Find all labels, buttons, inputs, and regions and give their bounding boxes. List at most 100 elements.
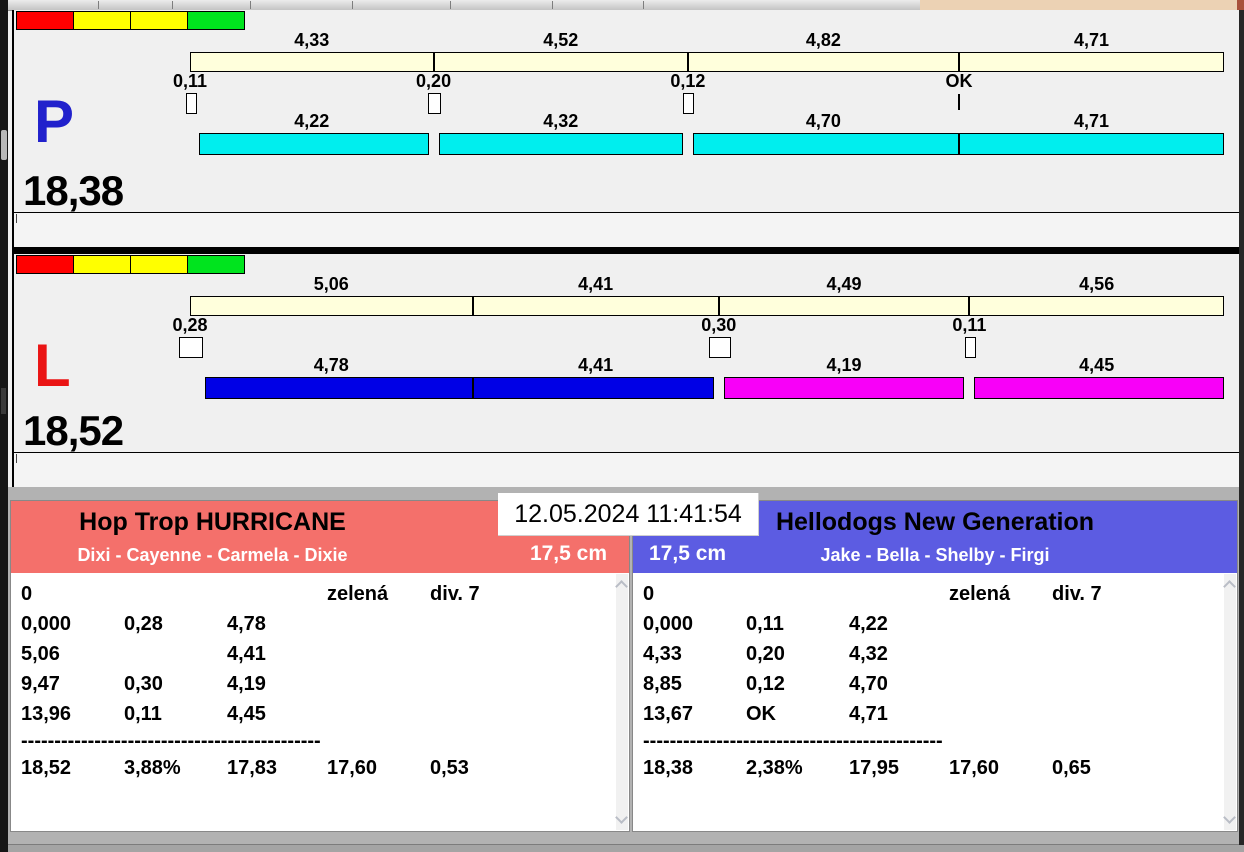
table-cell xyxy=(327,669,430,699)
lane-divider xyxy=(14,247,1239,254)
lane-status-strip xyxy=(14,452,1239,487)
reaction-time-label: OK xyxy=(919,72,999,90)
split-time-label: 4,71 xyxy=(959,31,1224,49)
split-time-label: 4,33 xyxy=(190,31,434,49)
split-bar-divider xyxy=(472,296,474,316)
dog-bar-segment xyxy=(693,133,959,155)
reaction-time-label: 0,20 xyxy=(394,72,474,90)
dog-time-label: 4,78 xyxy=(190,356,473,374)
scroll-down-icon[interactable] xyxy=(615,811,628,824)
reaction-time-label: 0,11 xyxy=(150,72,230,90)
scoreboard: 12.05.2024 11:41:54 Hop Trop HURRICANE D… xyxy=(8,487,1244,852)
dog-bar-segment xyxy=(974,377,1224,399)
app-window: P 4,334,224,524,324,824,704,714,710,110,… xyxy=(0,0,1244,852)
statusbar xyxy=(8,844,1244,852)
dog-time-label: 4,19 xyxy=(719,356,970,374)
split-bar-divider xyxy=(687,52,689,72)
window-right-border xyxy=(1239,10,1244,845)
table-cell: 4,22 xyxy=(849,609,949,639)
table-cell: 4,70 xyxy=(849,669,949,699)
table-cell xyxy=(430,669,625,699)
table-row: 0zelenádiv. 7 xyxy=(633,579,1237,609)
run-table[interactable]: 0zelenádiv. 70,0000,284,785,064,419,470,… xyxy=(11,573,629,831)
reaction-time-label: 0,12 xyxy=(648,72,728,90)
table-cell: 0 xyxy=(21,579,124,609)
lane-panel-l: L 5,064,784,414,414,494,194,564,450,280,… xyxy=(14,254,1239,452)
table-cell: 4,32 xyxy=(849,639,949,669)
table-cell xyxy=(949,639,1052,669)
scrollbar-thumb[interactable] xyxy=(1,130,7,160)
table-separator: ----------------------------------------… xyxy=(633,729,993,753)
table-cell: 2,38% xyxy=(746,753,849,783)
table-cell xyxy=(227,579,327,609)
dog-bar-segment xyxy=(959,133,1224,155)
dog-bar-segment xyxy=(439,133,683,155)
table-cell xyxy=(949,699,1052,729)
table-cell: 8,85 xyxy=(643,669,746,699)
table-cell: 4,41 xyxy=(227,639,327,669)
table-cell xyxy=(849,579,949,609)
split-bar-divider xyxy=(718,296,720,316)
team-panel-left: Hop Trop HURRICANE Dixi - Cayenne - Carm… xyxy=(10,500,630,832)
scroll-up-icon[interactable] xyxy=(615,580,628,593)
split-time-label: 4,49 xyxy=(719,275,970,293)
split-bar-divider xyxy=(958,52,960,72)
reaction-time-label: 0,30 xyxy=(679,316,759,334)
dog-time-label: 4,45 xyxy=(969,356,1224,374)
scroll-up-icon[interactable] xyxy=(1223,580,1236,593)
background-window-edge xyxy=(0,0,8,852)
dog-bar-segment xyxy=(199,133,429,155)
table-cell: div. 7 xyxy=(1052,579,1233,609)
split-times-bar xyxy=(190,52,1224,72)
dog-time-label: 4,70 xyxy=(688,112,959,130)
traffic-light-red xyxy=(16,255,74,274)
table-cell xyxy=(746,579,849,609)
table-cell xyxy=(1052,699,1233,729)
lane-panel-p: P 4,334,224,524,324,824,704,714,710,110,… xyxy=(14,10,1239,212)
table-cell: 0,28 xyxy=(124,609,227,639)
table-row: 5,064,41 xyxy=(11,639,629,669)
table-cell: 17,60 xyxy=(327,753,430,783)
table-cell: 17,60 xyxy=(949,753,1052,783)
scroll-down-icon[interactable] xyxy=(1223,811,1236,824)
lanes-frame: P 4,334,224,524,324,824,704,714,710,110,… xyxy=(12,10,1241,487)
run-table-body: 0zelenádiv. 70,0000,114,224,330,204,328,… xyxy=(633,573,1237,783)
background-window-titlebar xyxy=(920,0,1237,10)
lane-bars: 4,334,224,524,324,824,704,714,710,110,20… xyxy=(190,10,1224,212)
table-cell: 0,11 xyxy=(124,699,227,729)
reaction-indicator-box xyxy=(186,93,197,114)
table-cell: 4,71 xyxy=(849,699,949,729)
table-cell: 3,88% xyxy=(124,753,227,783)
table-cell: 4,45 xyxy=(227,699,327,729)
reaction-indicator-box xyxy=(179,337,203,358)
run-table-body: 0zelenádiv. 70,0000,284,785,064,419,470,… xyxy=(11,573,629,783)
reaction-indicator-box xyxy=(428,93,441,114)
run-table[interactable]: 0zelenádiv. 70,0000,114,224,330,204,328,… xyxy=(633,573,1237,831)
lane-letter: P xyxy=(34,92,74,152)
dog-bar-segment xyxy=(205,377,473,399)
table-cell: OK xyxy=(746,699,849,729)
table-cell: div. 7 xyxy=(430,579,625,609)
table-scrollbar[interactable] xyxy=(616,574,628,830)
table-cell xyxy=(430,699,625,729)
team-panel-right: Hellodogs New Generation Jake - Bella - … xyxy=(632,500,1238,832)
table-cell: 4,78 xyxy=(227,609,327,639)
table-cell xyxy=(949,669,1052,699)
split-times-bar xyxy=(190,296,1224,316)
table-cell: 18,38 xyxy=(643,753,746,783)
split-time-label: 4,56 xyxy=(969,275,1224,293)
table-scrollbar[interactable] xyxy=(1224,574,1236,830)
reaction-indicator-box xyxy=(709,337,731,358)
table-row: 0,0000,284,78 xyxy=(11,609,629,639)
dog-time-label: 4,71 xyxy=(959,112,1224,130)
table-row: 4,330,204,32 xyxy=(633,639,1237,669)
traffic-light-yellow xyxy=(130,255,188,274)
dog-time-label: 4,41 xyxy=(473,356,719,374)
table-cell: 9,47 xyxy=(21,669,124,699)
background-window-corner xyxy=(1237,0,1244,10)
table-cell: 13,96 xyxy=(21,699,124,729)
table-separator: ----------------------------------------… xyxy=(11,729,371,753)
table-cell xyxy=(430,639,625,669)
main-window: P 4,334,224,524,324,824,704,714,710,110,… xyxy=(8,0,1244,852)
table-cell: 4,19 xyxy=(227,669,327,699)
